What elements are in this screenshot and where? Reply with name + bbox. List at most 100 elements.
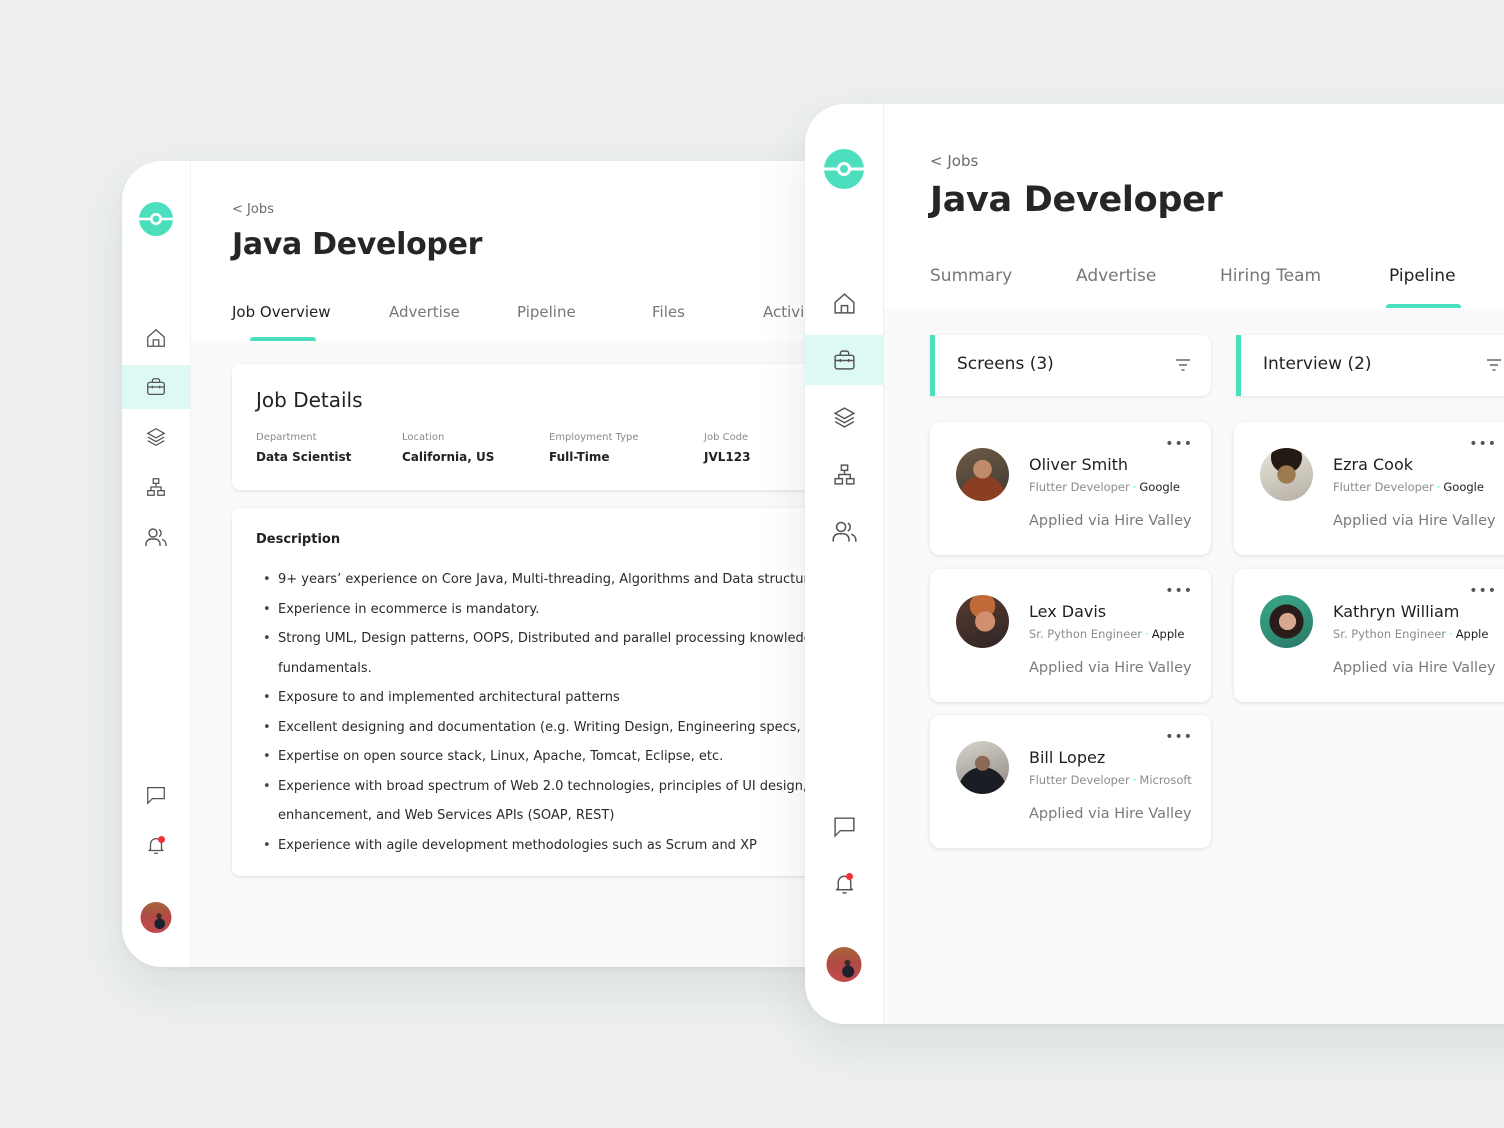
description-item: Experience with broad spectrum of Web 2.… — [256, 772, 842, 831]
sidebar — [122, 161, 191, 967]
tab-job-overview[interactable]: Job Overview — [232, 303, 331, 321]
tab-activity[interactable]: Activi — [763, 303, 804, 321]
user-avatar[interactable] — [140, 902, 172, 933]
sidebar — [805, 104, 884, 1024]
more-options-icon[interactable]: ••• — [1469, 583, 1497, 599]
nav-users[interactable] — [122, 515, 190, 559]
nav-layers[interactable] — [805, 392, 883, 442]
candidate-role: Sr. Python Engineer · Apple — [1029, 627, 1185, 641]
description-card: Description 9+ years’ experience on Core… — [232, 508, 842, 876]
column-title: Interview (2) — [1263, 354, 1372, 374]
tab-hiring-team[interactable]: Hiring Team — [1220, 266, 1321, 286]
candidate-card[interactable]: ••• Kathryn William Sr. Python Engineer ·… — [1234, 569, 1504, 702]
tab-files[interactable]: Files — [652, 303, 685, 321]
candidate-role: Flutter Developer · Google — [1333, 480, 1484, 494]
job-overview-window: < Jobs Java Developer Job Overview Adver… — [122, 161, 842, 967]
candidate-name: Lex Davis — [1029, 602, 1107, 621]
field-value: Full-Time — [549, 450, 610, 464]
description-item: Strong UML, Design patterns, OOPS, Distr… — [256, 624, 842, 683]
description-list: 9+ years’ experience on Core Java, Multi… — [256, 565, 842, 860]
home-icon — [833, 292, 855, 314]
page-title: Java Developer — [930, 180, 1223, 220]
chat-icon — [833, 816, 855, 838]
field-value: California, US — [402, 450, 495, 464]
tab-advertise[interactable]: Advertise — [389, 303, 460, 321]
pipeline-window: < Jobs Java Developer Summary Advertise … — [805, 104, 1504, 1024]
active-tab-indicator — [1386, 304, 1461, 308]
candidate-source: Applied via Hire Valley — [1029, 513, 1192, 529]
field-employment-type: Employment Type Full-Time — [549, 432, 639, 464]
tab-advertise[interactable]: Advertise — [1076, 266, 1156, 286]
notification-dot — [158, 836, 165, 843]
more-options-icon[interactable]: ••• — [1165, 729, 1193, 745]
field-label: Employment Type — [549, 432, 639, 443]
candidate-card[interactable]: ••• Lex Davis Sr. Python Engineer · Apple … — [930, 569, 1211, 702]
layers-icon — [146, 428, 166, 446]
candidate-avatar — [956, 448, 1009, 501]
app-logo-icon[interactable] — [824, 149, 864, 189]
tab-pipeline[interactable]: Pipeline — [1389, 266, 1456, 286]
breadcrumb-jobs[interactable]: < Jobs — [930, 152, 978, 170]
nav-org-chart[interactable] — [122, 465, 190, 509]
briefcase-icon — [833, 349, 855, 370]
nav-layers[interactable] — [122, 415, 190, 459]
candidate-source: Applied via Hire Valley — [1029, 660, 1192, 676]
layers-icon — [833, 406, 855, 428]
candidate-avatar — [956, 595, 1009, 648]
column-header-screens: Screens (3) — [930, 335, 1211, 396]
nav-chat[interactable] — [122, 773, 190, 817]
nav-org-chart[interactable] — [805, 449, 883, 499]
active-tab-indicator — [250, 337, 316, 341]
nav-jobs[interactable] — [805, 335, 883, 385]
candidate-card[interactable]: ••• Oliver Smith Flutter Developer · Googl… — [930, 422, 1211, 555]
description-item: Experience with agile development method… — [256, 831, 842, 861]
field-job-code: Job Code JVL123 — [704, 432, 750, 464]
candidate-card[interactable]: ••• Ezra Cook Flutter Developer · Google A… — [1234, 422, 1504, 555]
candidate-role: Sr. Python Engineer · Apple — [1333, 627, 1489, 641]
description-title: Description — [256, 532, 341, 547]
users-icon — [145, 528, 167, 546]
users-icon — [831, 521, 857, 542]
nav-notifications[interactable] — [122, 823, 190, 867]
candidate-source: Applied via Hire Valley — [1029, 806, 1192, 822]
candidate-name: Oliver Smith — [1029, 455, 1129, 474]
field-location: Location California, US — [402, 432, 494, 464]
description-item: Exposure to and implemented architectura… — [256, 683, 842, 713]
page-header: < Jobs Java Developer Summary Advertise … — [884, 104, 1504, 308]
candidate-avatar — [1260, 595, 1313, 648]
more-options-icon[interactable]: ••• — [1165, 583, 1193, 599]
field-label: Job Code — [704, 432, 749, 443]
job-details-card: Job Details Department Data Scientist Lo… — [232, 364, 842, 490]
filter-icon[interactable] — [1486, 357, 1502, 373]
field-label: Department — [256, 432, 317, 443]
chat-icon — [147, 787, 165, 805]
description-item: Experience in ecommerce is mandatory. — [256, 595, 842, 625]
candidate-avatar — [1260, 448, 1313, 501]
user-avatar[interactable] — [826, 947, 862, 982]
field-value: JVL123 — [704, 450, 751, 464]
breadcrumb-jobs[interactable]: < Jobs — [232, 202, 274, 217]
column-header-interview: Interview (2) — [1236, 335, 1504, 396]
page-title: Java Developer — [232, 227, 483, 262]
candidate-avatar — [956, 741, 1009, 794]
org-chart-icon — [833, 463, 855, 485]
more-options-icon[interactable]: ••• — [1165, 436, 1193, 452]
nav-notifications[interactable] — [805, 858, 883, 908]
candidate-card[interactable]: ••• Bill Lopez Flutter Developer · Microso… — [930, 715, 1211, 848]
filter-icon[interactable] — [1175, 357, 1191, 373]
nav-jobs[interactable] — [122, 365, 190, 409]
tab-summary[interactable]: Summary — [930, 266, 1012, 286]
tab-pipeline[interactable]: Pipeline — [517, 303, 576, 321]
description-item: Excellent designing and documentation (e… — [256, 713, 842, 743]
candidate-role: Flutter Developer · Microsoft — [1029, 773, 1192, 787]
page-header: < Jobs Java Developer Job Overview Adver… — [191, 161, 842, 341]
nav-home[interactable] — [805, 278, 883, 328]
nav-users[interactable] — [805, 506, 883, 556]
candidate-source: Applied via Hire Valley — [1333, 513, 1496, 529]
candidate-name: Kathryn William — [1333, 602, 1460, 621]
app-logo-icon[interactable] — [139, 202, 173, 236]
nav-home[interactable] — [122, 316, 190, 360]
nav-chat[interactable] — [805, 801, 883, 851]
job-details-title: Job Details — [256, 388, 363, 412]
more-options-icon[interactable]: ••• — [1469, 436, 1497, 452]
